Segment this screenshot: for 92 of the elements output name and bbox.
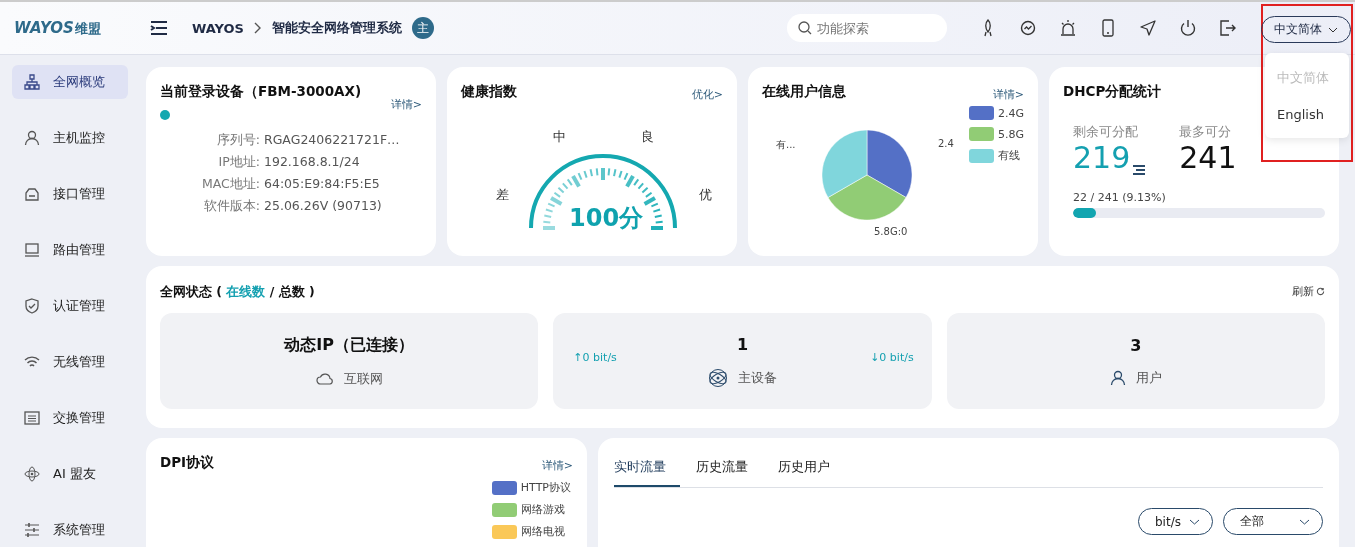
card-title: 在线用户信息 bbox=[762, 83, 846, 101]
field-value: 25.06.26V (90713) bbox=[264, 198, 383, 215]
port-icon bbox=[24, 186, 40, 202]
field-value: RGAG2406221721F… bbox=[264, 132, 401, 149]
breadcrumb-item: 智能安全网络管理系统 bbox=[271, 19, 402, 37]
tab[interactable]: 实时流量 bbox=[614, 452, 680, 487]
card-title: 健康指数 bbox=[461, 83, 517, 101]
user-icon bbox=[24, 130, 40, 146]
sidebar-item[interactable]: 全网概览 bbox=[12, 65, 128, 99]
grade-label: 差 bbox=[496, 186, 509, 204]
legend-label: 有线 bbox=[997, 148, 1020, 163]
tab[interactable]: 历史流量 bbox=[696, 452, 762, 487]
details-link[interactable]: 详情> bbox=[541, 458, 573, 473]
logo: WAYOS维盟 bbox=[14, 18, 102, 38]
grade-label: 良 bbox=[641, 128, 654, 146]
caret-icon bbox=[1299, 518, 1310, 525]
section-title: 全网状态 ( 在线数 / 总数 ) bbox=[160, 284, 315, 301]
slice-label: 5.8G:0 bbox=[874, 226, 908, 237]
chart-icon[interactable] bbox=[1019, 19, 1037, 37]
sidebar-item[interactable]: 认证管理 bbox=[12, 289, 128, 323]
usage-text: 22 / 241 (9.13%) bbox=[1073, 191, 1167, 204]
details-link[interactable]: 详情> bbox=[992, 87, 1024, 102]
refresh-icon bbox=[1316, 287, 1325, 296]
sidebar-item[interactable]: 主机监控 bbox=[12, 121, 128, 155]
caret-icon bbox=[1328, 26, 1338, 33]
switch-icon bbox=[24, 410, 40, 426]
send-icon[interactable] bbox=[1139, 19, 1157, 37]
field-label: MAC地址: bbox=[200, 176, 260, 193]
list-icon[interactable] bbox=[1133, 165, 1146, 175]
mode-badge: 主 bbox=[411, 17, 434, 39]
optimize-link[interactable]: 优化> bbox=[691, 87, 723, 102]
logout-icon[interactable] bbox=[1219, 19, 1237, 37]
power-icon[interactable] bbox=[1179, 19, 1197, 37]
upload-rate: ↑0 bit/s bbox=[573, 351, 617, 364]
cloud-icon bbox=[315, 372, 334, 385]
field-value: 192.168.8.1/24 bbox=[264, 154, 361, 171]
tile-value: 3 bbox=[1130, 335, 1142, 355]
unit-select[interactable]: bit/s bbox=[1138, 508, 1213, 535]
tab[interactable]: 历史用户 bbox=[778, 452, 844, 487]
field-label: 序列号: bbox=[215, 132, 260, 149]
legend-label: 网络电视 bbox=[520, 524, 565, 539]
legend-label: 网络游戏 bbox=[520, 502, 565, 517]
search-field[interactable]: 功能探索 bbox=[787, 14, 947, 42]
stat-value: 219 bbox=[1073, 141, 1131, 175]
topology-icon bbox=[24, 74, 40, 90]
card-title: 当前登录设备（FBM-3000AX) bbox=[160, 83, 362, 101]
tile-label: 互联网 bbox=[343, 369, 383, 388]
field-label: IP地址: bbox=[217, 154, 260, 171]
slice-label: 2.4 bbox=[938, 138, 954, 149]
sidebar-item[interactable]: 无线管理 bbox=[12, 345, 128, 379]
tile-value: 1 bbox=[736, 334, 749, 354]
health-score: 100分 bbox=[569, 203, 644, 234]
chevron-icon bbox=[253, 22, 262, 34]
legend-label: HTTP协议 bbox=[520, 480, 571, 495]
atom-icon bbox=[24, 466, 40, 482]
stat-label: 剩余可分配 bbox=[1073, 123, 1139, 141]
legend-label: 2.4G bbox=[997, 106, 1024, 120]
tile-label: 主设备 bbox=[738, 368, 777, 387]
atom-icon bbox=[708, 367, 728, 388]
details-link[interactable]: 详情> bbox=[390, 97, 422, 112]
grade-label: 中 bbox=[553, 128, 566, 146]
caret-icon bbox=[1189, 518, 1200, 525]
refresh-link[interactable]: 刷新 bbox=[1292, 284, 1325, 299]
sidebar-item[interactable]: 系统管理 bbox=[12, 513, 128, 547]
legend-label: 5.8G bbox=[997, 127, 1024, 141]
alarm-light-icon[interactable] bbox=[1059, 19, 1077, 37]
field-label: 软件版本: bbox=[202, 198, 260, 215]
breadcrumb-item[interactable]: WAYOS bbox=[192, 20, 244, 36]
slice-label: 有... bbox=[776, 138, 796, 152]
tablet-icon[interactable] bbox=[1099, 19, 1117, 37]
menu-icon[interactable] bbox=[150, 21, 168, 35]
sidebar-item[interactable]: AI 盟友 bbox=[12, 457, 128, 491]
grade-label: 优 bbox=[699, 186, 712, 204]
tile-label: 用户 bbox=[1135, 368, 1162, 387]
status-dot bbox=[160, 110, 170, 120]
download-rate: ↓0 bit/s bbox=[870, 351, 914, 364]
sidebar-item[interactable]: 路由管理 bbox=[12, 233, 128, 267]
card-title: DHCP分配统计 bbox=[1063, 83, 1162, 101]
scope-select[interactable]: 全部 bbox=[1223, 508, 1323, 535]
sliders-icon bbox=[24, 522, 40, 538]
stat-value: 241 bbox=[1179, 141, 1237, 175]
search-icon bbox=[798, 21, 812, 35]
sidebar-item[interactable]: 接口管理 bbox=[12, 177, 128, 211]
field-value: 64:05:E9:84:F5:E5 bbox=[264, 176, 381, 193]
stat-label: 最多可分 bbox=[1179, 123, 1233, 141]
card-title: DPI协议 bbox=[160, 454, 215, 472]
sidebar-item[interactable]: 交换管理 bbox=[12, 401, 128, 435]
language-option[interactable]: English bbox=[1265, 97, 1349, 132]
laptop-icon bbox=[24, 242, 40, 258]
user-icon bbox=[1109, 369, 1126, 386]
shield-icon bbox=[24, 298, 40, 314]
tile-value: 动态IP（已连接） bbox=[284, 334, 414, 356]
